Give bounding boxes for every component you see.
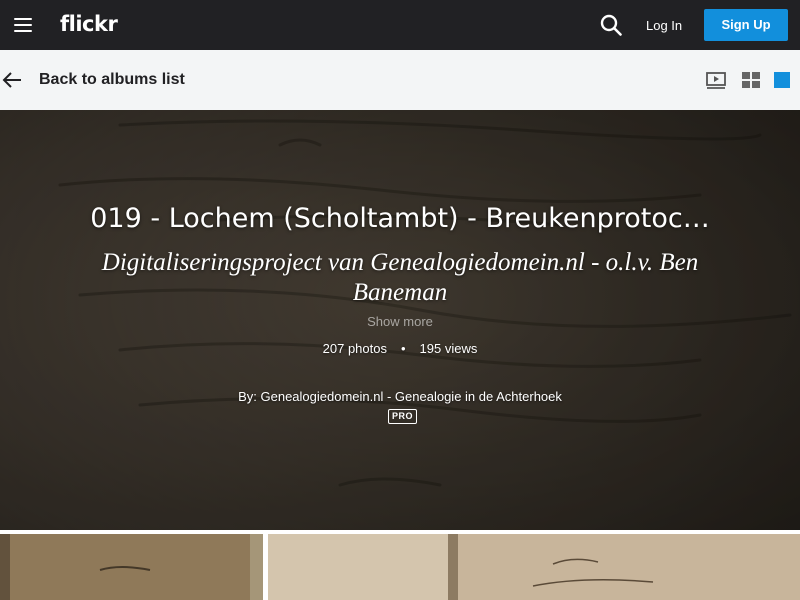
slideshow-icon[interactable] — [706, 70, 726, 90]
flickr-logo[interactable]: flickr — [60, 11, 118, 37]
stats-separator: • — [400, 341, 406, 356]
photo-thumbnail-1-image — [0, 534, 263, 600]
album-subnav-bar: Back to albums list — [0, 50, 800, 110]
photo-thumbnail-2-image — [268, 534, 800, 600]
top-navigation-bar: flickr Log In Sign Up — [0, 0, 800, 50]
log-in-link[interactable]: Log In — [646, 18, 682, 34]
photo-thumbnail-1[interactable] — [0, 534, 263, 600]
album-description: Digitaliseringsproject van Genealogiedom… — [101, 249, 699, 306]
album-owner-link[interactable]: By: Genealogiedomein.nl - Genealogie in … — [0, 389, 800, 405]
album-stats: 207 photos • 195 views — [0, 341, 800, 357]
back-to-albums-label[interactable]: Back to albums list — [39, 71, 185, 89]
photo-thumbnail-2[interactable] — [268, 534, 800, 600]
square-view-icon[interactable] — [773, 70, 793, 90]
show-more-link[interactable]: Show more — [0, 314, 800, 330]
pro-badge: PRO — [388, 409, 417, 424]
album-title: 019 - Lochem (Scholtambt) - Breukenproto… — [90, 203, 710, 234]
sign-up-button[interactable]: Sign Up — [704, 9, 788, 41]
back-arrow-icon[interactable] — [2, 70, 22, 90]
menu-icon[interactable] — [14, 17, 32, 33]
album-cover-hero: 019 - Lochem (Scholtambt) - Breukenproto… — [0, 110, 800, 530]
photo-count: 207 photos — [322, 341, 387, 356]
grid-view-icon[interactable] — [741, 70, 761, 90]
photo-grid — [0, 534, 800, 600]
search-icon[interactable] — [600, 14, 622, 36]
view-count: 195 views — [419, 341, 478, 356]
